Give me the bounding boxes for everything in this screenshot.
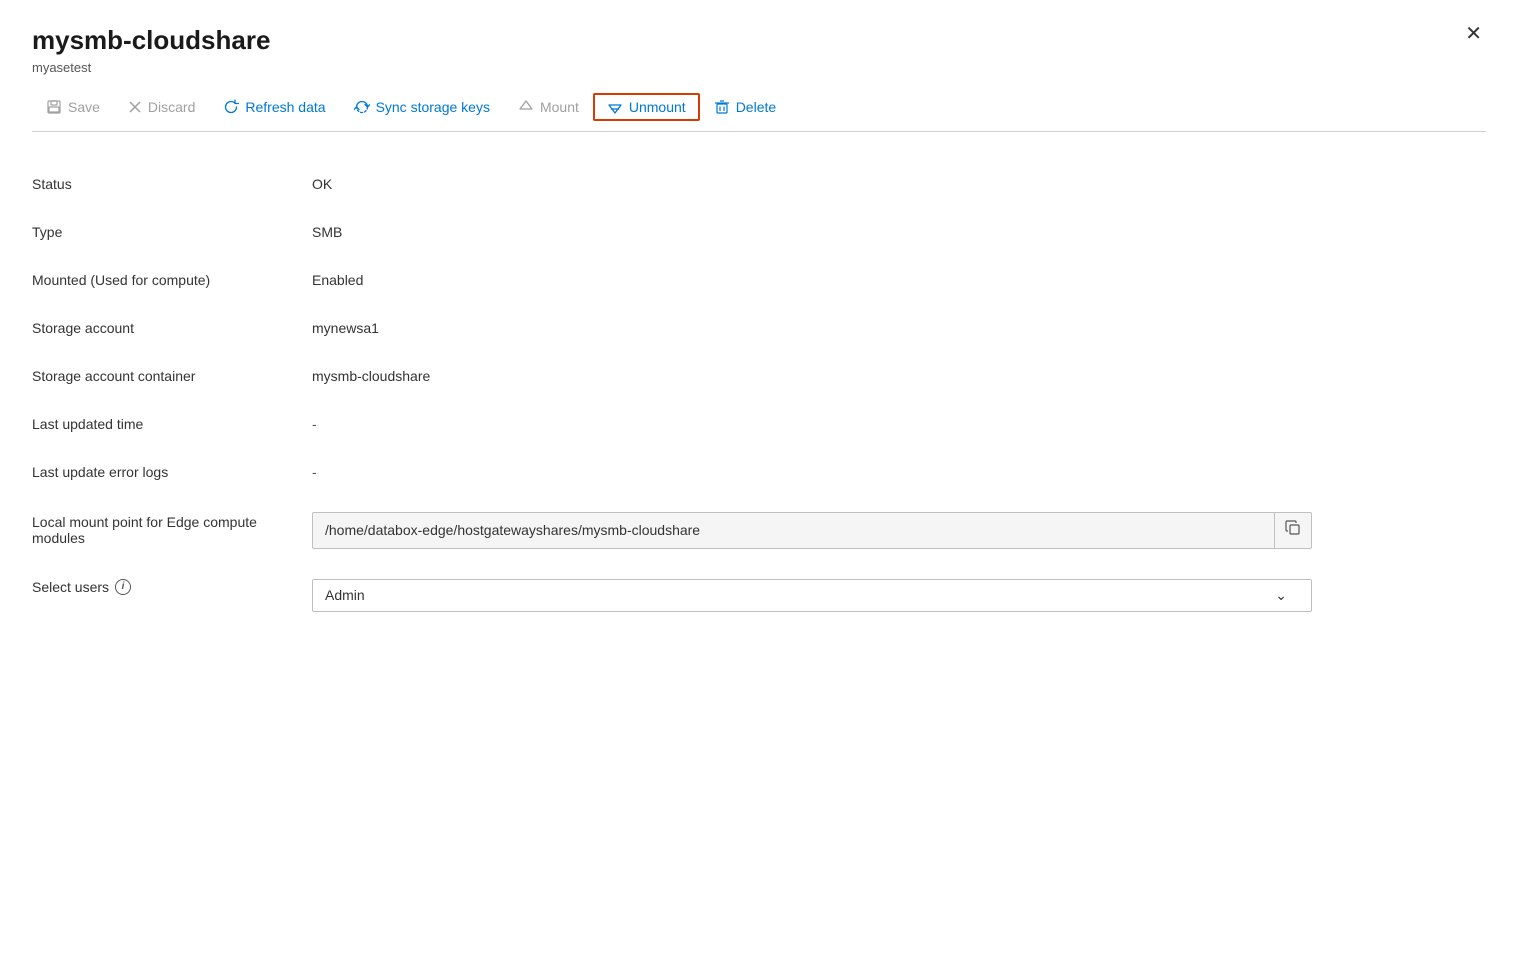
field-status: Status OK xyxy=(32,160,1486,208)
discard-button[interactable]: Discard xyxy=(114,93,209,121)
field-select-users: Select users i Admin ⌄ xyxy=(32,563,1486,626)
field-label-storage-account: Storage account xyxy=(32,318,312,336)
field-value-storage-account: mynewsa1 xyxy=(312,318,1486,336)
field-value-last-updated: - xyxy=(312,414,1486,432)
discard-label: Discard xyxy=(148,99,195,115)
info-icon[interactable]: i xyxy=(115,579,131,595)
sync-label: Sync storage keys xyxy=(376,99,490,115)
field-last-updated: Last updated time - xyxy=(32,400,1486,448)
copy-input-wrapper: /home/databox-edge/hostgatewayshares/mys… xyxy=(312,512,1312,549)
mount-label: Mount xyxy=(540,99,579,115)
field-error-logs: Last update error logs - xyxy=(32,448,1486,496)
save-icon xyxy=(46,99,62,115)
field-value-error-logs: - xyxy=(312,462,1486,480)
discard-icon xyxy=(128,100,142,114)
panel-header: mysmb-cloudshare myasetest xyxy=(32,24,1486,75)
refresh-label: Refresh data xyxy=(245,99,325,115)
field-label-last-updated: Last updated time xyxy=(32,414,312,432)
close-button[interactable]: ✕ xyxy=(1457,20,1490,48)
field-value-storage-container: mysmb-cloudshare xyxy=(312,366,1486,384)
field-value-type: SMB xyxy=(312,222,1486,240)
delete-icon xyxy=(714,99,730,115)
field-label-mount-point: Local mount point for Edge compute modul… xyxy=(32,512,312,546)
field-storage-account: Storage account mynewsa1 xyxy=(32,304,1486,352)
field-storage-container: Storage account container mysmb-cloudsha… xyxy=(32,352,1486,400)
unmount-icon xyxy=(607,99,623,115)
delete-button[interactable]: Delete xyxy=(700,93,790,121)
panel-title: mysmb-cloudshare xyxy=(32,24,1486,58)
users-selected-value: Admin xyxy=(313,580,1251,610)
mount-button[interactable]: Mount xyxy=(504,93,593,121)
save-button[interactable]: Save xyxy=(32,93,114,121)
field-mount-point: Local mount point for Edge compute modul… xyxy=(32,496,1486,563)
field-value-mounted: Enabled xyxy=(312,270,1486,288)
sync-icon xyxy=(354,99,370,115)
field-type: Type SMB xyxy=(32,208,1486,256)
field-value-status: OK xyxy=(312,174,1486,192)
field-value-mount-point: /home/databox-edge/hostgatewayshares/mys… xyxy=(312,510,1486,549)
users-dropdown[interactable]: Admin ⌄ xyxy=(312,579,1312,612)
detail-panel: mysmb-cloudshare myasetest ✕ Save xyxy=(0,0,1518,970)
field-label-error-logs: Last update error logs xyxy=(32,462,312,480)
refresh-button[interactable]: Refresh data xyxy=(209,93,339,121)
field-label-select-users: Select users i xyxy=(32,577,312,595)
unmount-label: Unmount xyxy=(629,99,686,115)
refresh-icon xyxy=(223,99,239,115)
field-label-storage-container: Storage account container xyxy=(32,366,312,384)
field-label-mounted: Mounted (Used for compute) xyxy=(32,270,312,288)
chevron-down-icon: ⌄ xyxy=(1263,580,1299,610)
fields-container: Status OK Type SMB Mounted (Used for com… xyxy=(32,160,1486,626)
field-value-select-users: Admin ⌄ xyxy=(312,577,1486,612)
toolbar: Save Discard Refresh data xyxy=(32,83,1486,132)
field-label-type: Type xyxy=(32,222,312,240)
copy-icon xyxy=(1285,520,1301,536)
field-mounted: Mounted (Used for compute) Enabled xyxy=(32,256,1486,304)
field-label-status: Status xyxy=(32,174,312,192)
save-label: Save xyxy=(68,99,100,115)
mount-path-text: /home/databox-edge/hostgatewayshares/mys… xyxy=(313,515,1274,545)
delete-label: Delete xyxy=(736,99,776,115)
mount-icon xyxy=(518,99,534,115)
sync-button[interactable]: Sync storage keys xyxy=(340,93,504,121)
panel-subtitle: myasetest xyxy=(32,60,1486,75)
copy-button[interactable] xyxy=(1274,513,1311,548)
unmount-button[interactable]: Unmount xyxy=(593,93,700,121)
dropdown-chevron-button[interactable]: ⌄ xyxy=(1251,580,1311,611)
